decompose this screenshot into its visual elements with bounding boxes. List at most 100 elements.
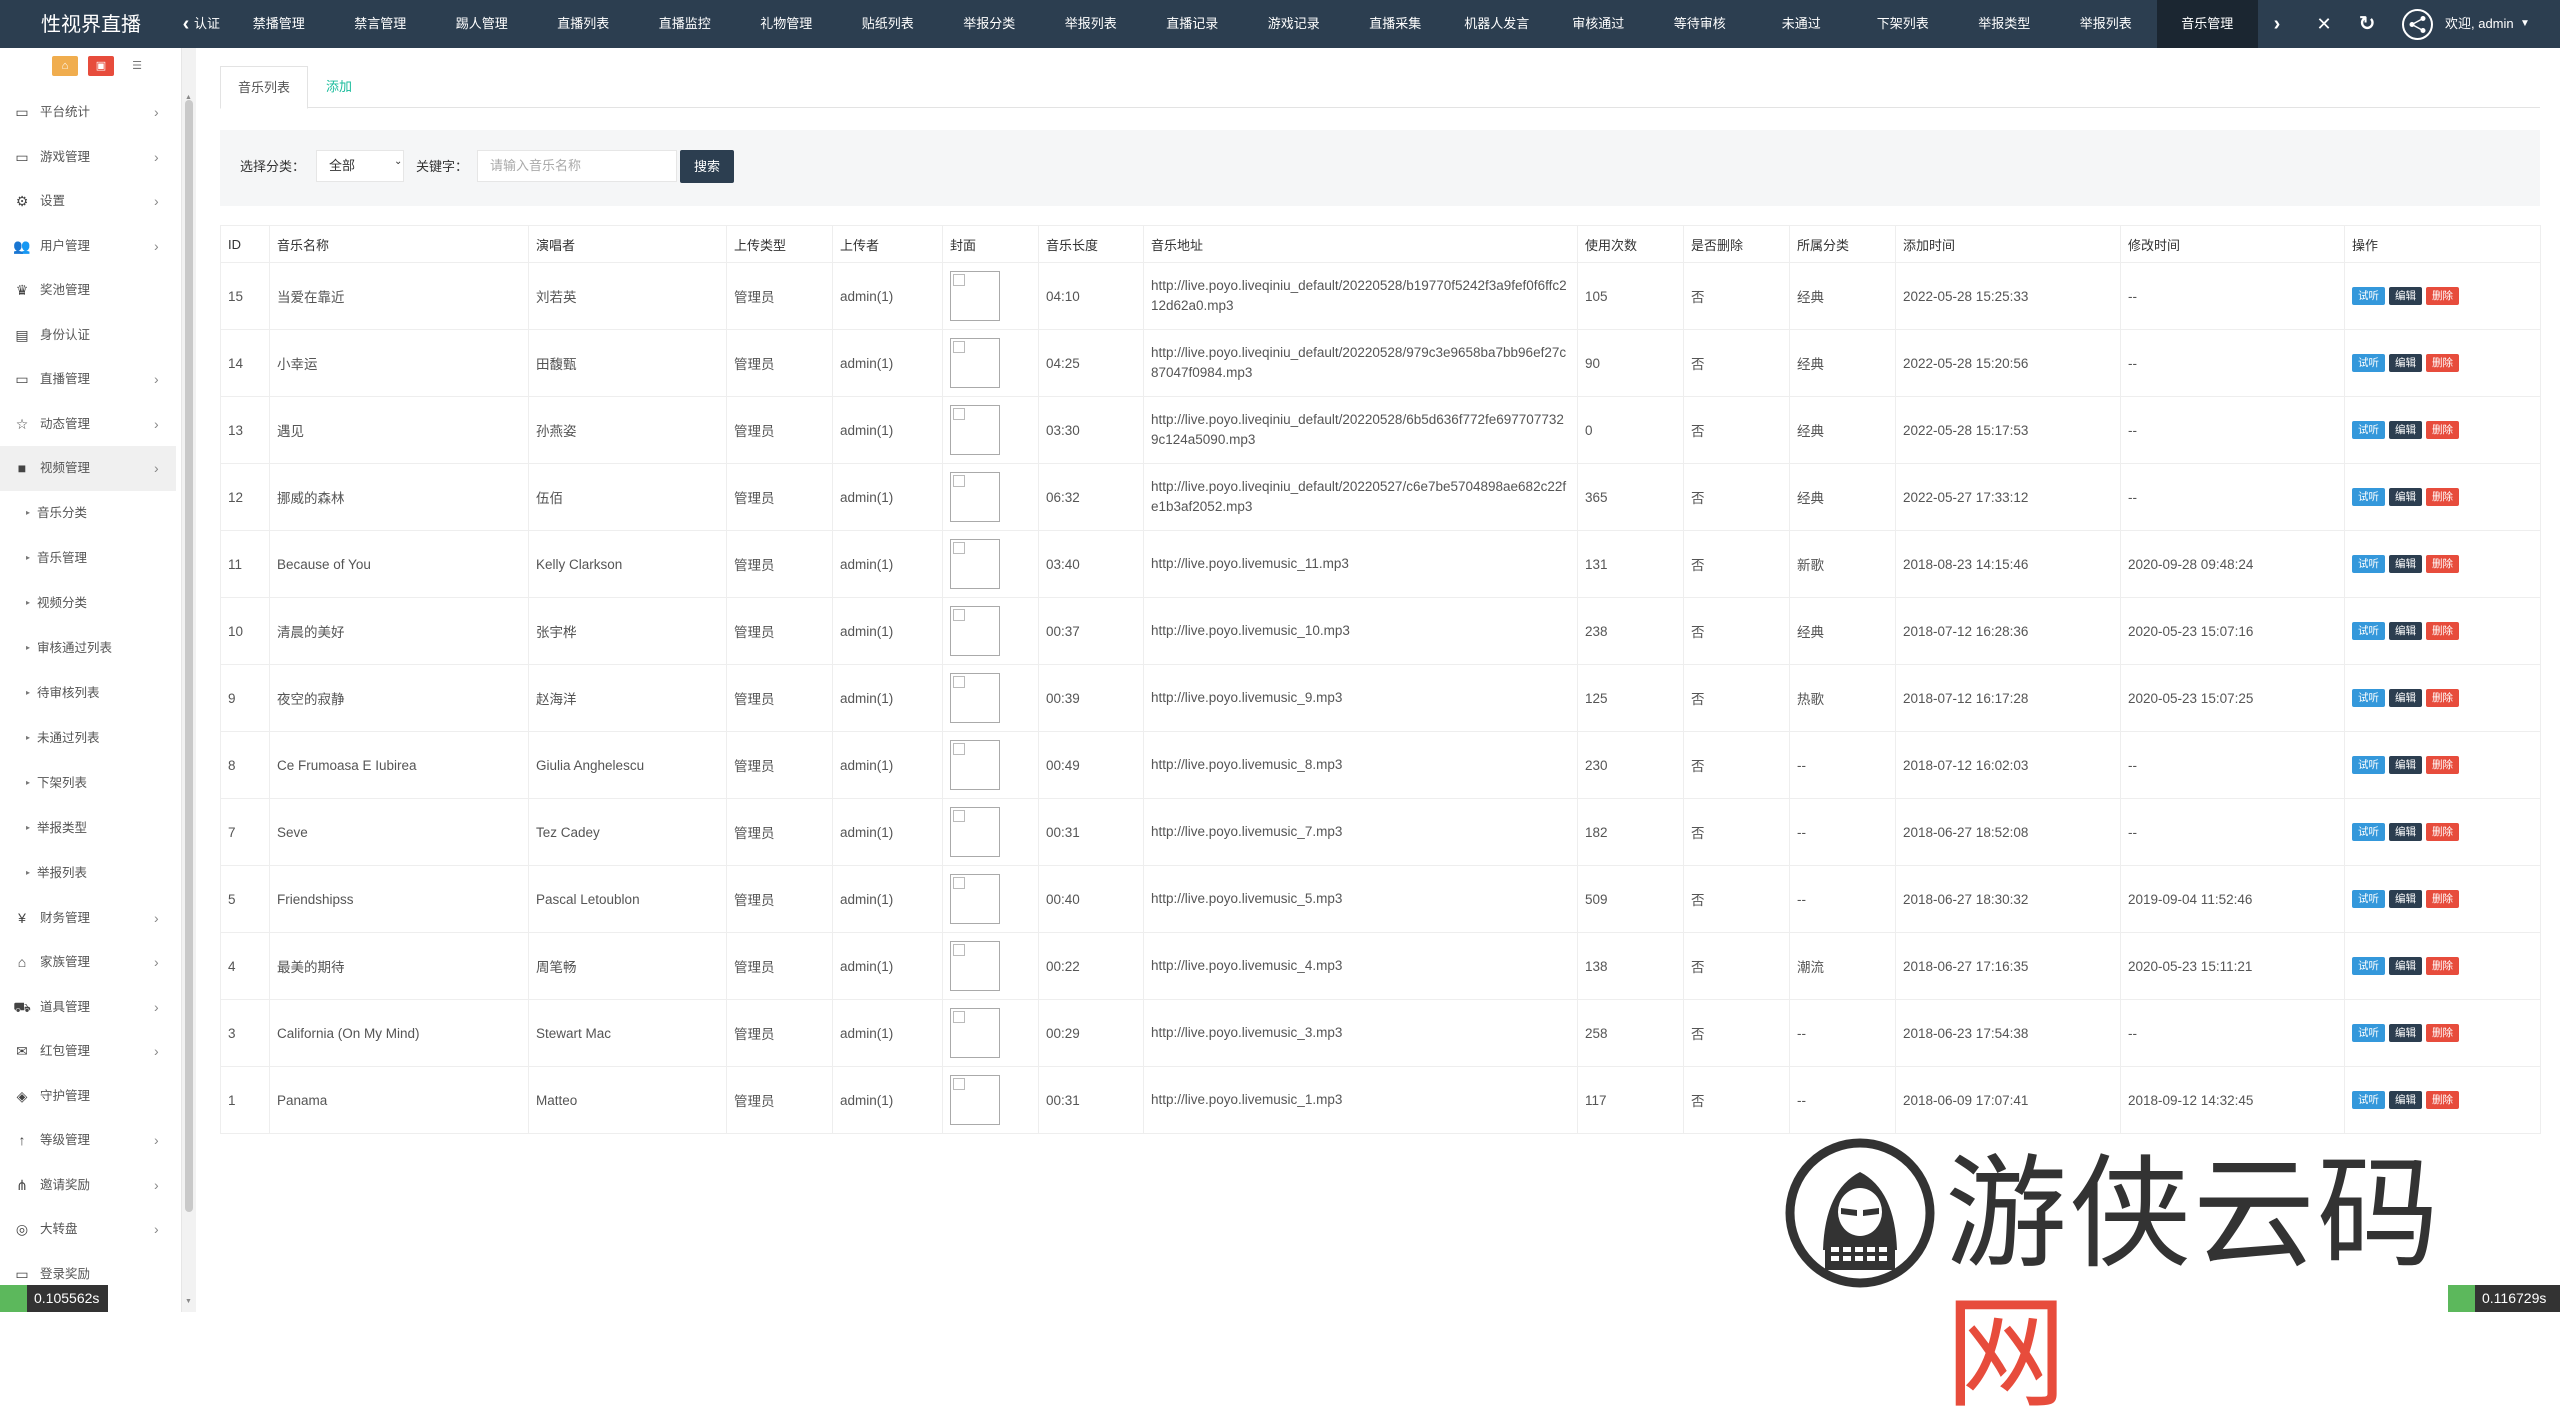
edit-button[interactable]: 编辑 (2389, 488, 2422, 506)
sidebar-subitem[interactable]: ▸ 未通过列表 (0, 716, 176, 761)
sidebar-item[interactable]: ✉ 红包管理 › (0, 1029, 176, 1074)
cover-image[interactable] (950, 472, 1000, 522)
delete-button[interactable]: 删除 (2426, 1024, 2459, 1042)
top-tab[interactable]: 举报列表 (1040, 0, 1142, 48)
sidebar-item[interactable]: ◎ 大转盘 › (0, 1207, 176, 1252)
listen-button[interactable]: 试听 (2352, 287, 2385, 305)
sidebar-item[interactable]: ☆ 动态管理 › (0, 402, 176, 447)
cover-image[interactable] (950, 405, 1000, 455)
scrollbar-thumb[interactable] (185, 100, 193, 1212)
sidebar-subitem[interactable]: ▸ 视频分类 (0, 581, 176, 626)
cover-image[interactable] (950, 941, 1000, 991)
delete-button[interactable]: 删除 (2426, 1091, 2459, 1109)
sidebar-item[interactable]: ▭ 游戏管理 › (0, 135, 176, 180)
sidebar-item[interactable]: ↑ 等级管理 › (0, 1118, 176, 1163)
sidebar-item[interactable]: ⋔ 邀请奖励 › (0, 1163, 176, 1208)
top-tab[interactable]: 下架列表 (1852, 0, 1954, 48)
top-tab[interactable]: 未通过 (1751, 0, 1853, 48)
sidebar-item[interactable]: ⌂ 家族管理 › (0, 940, 176, 985)
top-tab[interactable]: 直播采集 (1345, 0, 1447, 48)
cover-image[interactable] (950, 740, 1000, 790)
listen-button[interactable]: 试听 (2352, 689, 2385, 707)
top-tab[interactable]: 认证 (194, 0, 228, 48)
chevron-down-icon[interactable]: ⌄ (394, 156, 402, 167)
top-tab[interactable]: 举报列表 (2055, 0, 2157, 48)
edit-button[interactable]: 编辑 (2389, 287, 2422, 305)
top-tab[interactable]: 等待审核 (1649, 0, 1751, 48)
edit-button[interactable]: 编辑 (2389, 890, 2422, 908)
delete-button[interactable]: 删除 (2426, 689, 2459, 707)
cover-image[interactable] (950, 807, 1000, 857)
search-button[interactable]: 搜索 (680, 150, 734, 183)
top-tab[interactable]: 音乐管理 (2156, 0, 2258, 48)
listen-button[interactable]: 试听 (2352, 1091, 2385, 1109)
listen-button[interactable]: 试听 (2352, 957, 2385, 975)
listen-button[interactable]: 试听 (2352, 823, 2385, 841)
listen-button[interactable]: 试听 (2352, 622, 2385, 640)
sidebar-item[interactable]: ⚙ 设置 › (0, 179, 176, 224)
trash-icon[interactable]: ▣ (88, 56, 114, 76)
delete-button[interactable]: 删除 (2426, 622, 2459, 640)
top-tab[interactable]: 踢人管理 (431, 0, 533, 48)
sidebar-item[interactable]: ⛟ 道具管理 › (0, 985, 176, 1030)
delete-button[interactable]: 删除 (2426, 823, 2459, 841)
delete-button[interactable]: 删除 (2426, 488, 2459, 506)
chevron-right-icon[interactable]: › (2264, 0, 2290, 48)
close-icon[interactable]: ✕ (2312, 0, 2336, 48)
top-tab[interactable]: 游戏记录 (1243, 0, 1345, 48)
sidebar-item[interactable]: ▭ 平台统计 › (0, 90, 176, 135)
sidebar-item[interactable]: 👥 用户管理 › (0, 224, 176, 269)
top-tab[interactable]: 审核通过 (1548, 0, 1650, 48)
sidebar-subitem[interactable]: ▸ 待审核列表 (0, 671, 176, 716)
sidebar-item[interactable]: ◈ 守护管理 (0, 1074, 176, 1119)
tab-add[interactable]: 添加 (326, 66, 352, 108)
caret-down-icon[interactable]: ▼ (2520, 0, 2530, 48)
edit-button[interactable]: 编辑 (2389, 957, 2422, 975)
delete-button[interactable]: 删除 (2426, 890, 2459, 908)
edit-button[interactable]: 编辑 (2389, 421, 2422, 439)
delete-button[interactable]: 删除 (2426, 555, 2459, 573)
delete-button[interactable]: 删除 (2426, 287, 2459, 305)
category-select[interactable]: 全部 (316, 150, 404, 182)
delete-button[interactable]: 删除 (2426, 756, 2459, 774)
sidebar-subitem[interactable]: ▸ 审核通过列表 (0, 626, 176, 671)
sidebar-item[interactable]: ■ 视频管理 › (0, 446, 176, 491)
sidebar-item[interactable]: ▭ 直播管理 › (0, 357, 176, 402)
edit-button[interactable]: 编辑 (2389, 354, 2422, 372)
listen-button[interactable]: 试听 (2352, 1024, 2385, 1042)
tab-music-list[interactable]: 音乐列表 (220, 66, 308, 109)
top-tab[interactable]: 禁言管理 (330, 0, 432, 48)
top-tab[interactable]: 直播监控 (634, 0, 736, 48)
avatar[interactable] (2402, 9, 2433, 40)
cover-image[interactable] (950, 1008, 1000, 1058)
cover-image[interactable] (950, 338, 1000, 388)
cover-image[interactable] (950, 673, 1000, 723)
sidebar-scrollbar[interactable]: ▲ ▼ (182, 48, 196, 1312)
top-tab[interactable]: 礼物管理 (736, 0, 838, 48)
sidebar-subitem[interactable]: ▸ 下架列表 (0, 761, 176, 806)
listen-button[interactable]: 试听 (2352, 890, 2385, 908)
edit-button[interactable]: 编辑 (2389, 823, 2422, 841)
listen-button[interactable]: 试听 (2352, 555, 2385, 573)
cover-image[interactable] (950, 606, 1000, 656)
sidebar-item[interactable]: ▤ 身份认证 (0, 313, 176, 358)
sidebar-subitem[interactable]: ▸ 举报类型 (0, 806, 176, 851)
cover-image[interactable] (950, 539, 1000, 589)
top-tab[interactable]: 贴纸列表 (837, 0, 939, 48)
welcome-user-menu[interactable]: 欢迎, admin (2445, 0, 2514, 48)
top-tab[interactable]: 机器人发言 (1446, 0, 1548, 48)
top-tab[interactable]: 直播列表 (533, 0, 635, 48)
sidebar-subitem[interactable]: ▸ 音乐管理 (0, 536, 176, 581)
listen-button[interactable]: 试听 (2352, 354, 2385, 372)
edit-button[interactable]: 编辑 (2389, 756, 2422, 774)
top-tab[interactable]: 举报分类 (939, 0, 1041, 48)
cover-image[interactable] (950, 874, 1000, 924)
sidebar-item[interactable]: ♛ 奖池管理 (0, 268, 176, 313)
sidebar-subitem[interactable]: ▸ 举报列表 (0, 851, 176, 896)
top-tab[interactable]: 举报类型 (1954, 0, 2056, 48)
scroll-down-icon[interactable]: ▼ (185, 1298, 192, 1305)
sidebar-subitem[interactable]: ▸ 音乐分类 (0, 491, 176, 536)
sidebar-item[interactable]: ¥ 财务管理 › (0, 896, 176, 941)
top-tab[interactable]: 直播记录 (1142, 0, 1244, 48)
top-tab[interactable]: 禁播管理 (228, 0, 330, 48)
